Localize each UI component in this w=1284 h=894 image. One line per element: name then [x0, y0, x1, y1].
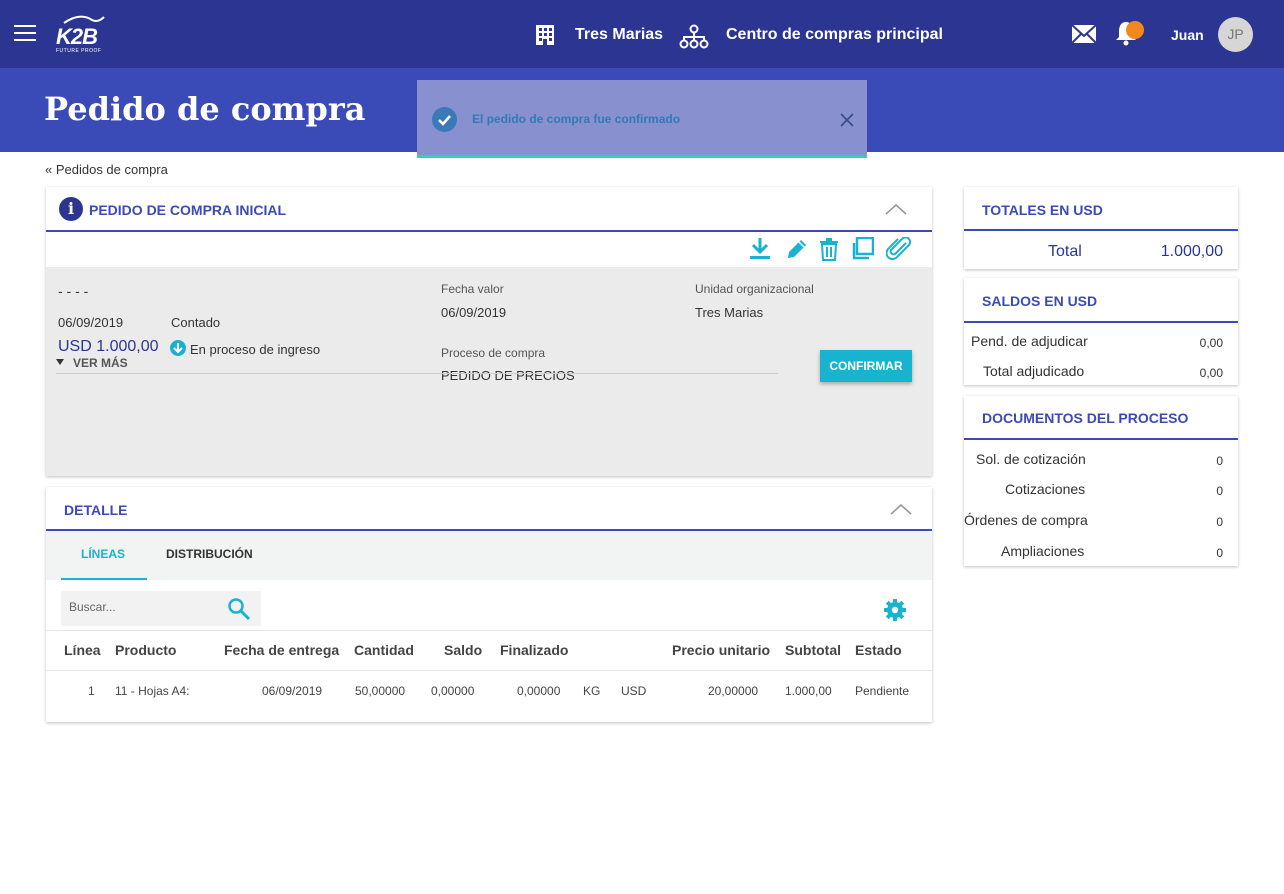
tab-distribution[interactable]: DISTRIBUCIÓN — [166, 547, 253, 561]
document-label: Órdenes de compra — [964, 512, 1088, 528]
download-icon[interactable] — [749, 237, 771, 261]
table-header-line — [46, 670, 932, 671]
tab-lines[interactable]: LÍNEAS — [81, 547, 125, 561]
search-icon[interactable] — [227, 597, 251, 621]
order-summary-panel: i PEDIDO DE COMPRA INICIAL - - - - 06/09… — [46, 187, 932, 476]
document-count: 0 — [1216, 484, 1223, 498]
cell-line: 1 — [88, 684, 95, 698]
search-input[interactable] — [69, 600, 219, 614]
page-title: Pedido de compra — [44, 90, 366, 128]
purchase-center-name[interactable]: Centro de compras principal — [726, 26, 943, 44]
balance-value: 0,00 — [1199, 336, 1223, 350]
order-amount: USD 1.000,00 — [58, 338, 159, 355]
edit-icon[interactable] — [785, 237, 809, 261]
cell-quantity: 50,00000 — [355, 684, 406, 698]
order-header-line — [46, 230, 932, 232]
cell-balance: 0,00000 — [431, 684, 475, 698]
mail-icon[interactable] — [1071, 24, 1097, 44]
document-count: 0 — [1216, 546, 1223, 560]
balances-header-line — [964, 321, 1238, 323]
balance-label: Pend. de adjudicar — [971, 333, 1088, 349]
logo-tagline: FUTURE PROOF — [56, 48, 102, 54]
totals-header-line — [964, 229, 1238, 231]
top-bar: K2B FUTURE PROOF Tres Marias Centro de c… — [0, 0, 1284, 68]
order-section-title: PEDIDO DE COMPRA INICIAL — [89, 202, 287, 218]
org-unit-value: Tres Marias — [695, 305, 764, 320]
totals-title: TOTALES EN USD — [982, 202, 1103, 218]
see-more-label: VER MÁS — [73, 356, 128, 370]
balances-panel: SALDOS EN USD Pend. de adjudicar 0,00 To… — [964, 278, 1238, 385]
organization-name[interactable]: Tres Marias — [575, 26, 663, 44]
table-top-line — [46, 630, 932, 631]
search-box — [61, 591, 261, 626]
documents-title: DOCUMENTOS DEL PROCESO — [982, 410, 1189, 426]
order-date: 06/09/2019 — [58, 315, 124, 330]
user-name[interactable]: Juan — [1171, 27, 1204, 43]
org-unit-label: Unidad organizacional — [695, 282, 814, 296]
see-more-toggle[interactable]: VER MÁS — [56, 356, 778, 374]
column-header-finished[interactable]: Finalizado — [500, 642, 568, 658]
close-icon[interactable] — [839, 112, 855, 128]
info-icon: i — [59, 197, 83, 221]
order-number: - - - - — [58, 283, 89, 299]
column-header-unit-price[interactable]: Precio unitario — [672, 642, 770, 658]
caret-down-icon — [56, 359, 64, 365]
cell-product: 11 - Hojas A4: — [115, 684, 190, 698]
cell-currency: USD — [621, 684, 647, 698]
value-date-label: Fecha valor — [441, 282, 504, 296]
document-count: 0 — [1216, 454, 1223, 468]
column-header-line[interactable]: Línea — [64, 642, 101, 658]
payment-condition: Contado — [171, 315, 221, 330]
column-header-quantity[interactable]: Cantidad — [354, 642, 414, 658]
total-label: Total — [1048, 243, 1082, 260]
column-header-balance[interactable]: Saldo — [444, 642, 482, 658]
documents-panel: DOCUMENTOS DEL PROCESO Sol. de cotizació… — [964, 396, 1238, 566]
k2b-logo[interactable]: K2B FUTURE PROOF — [54, 14, 108, 58]
chevron-up-icon[interactable] — [884, 202, 908, 216]
column-header-delivery-date[interactable]: Fecha de entrega — [224, 642, 339, 658]
cell-status: Pendiente — [855, 684, 910, 698]
document-label: Cotizaciones — [1005, 481, 1086, 497]
order-status: En proceso de ingreso — [190, 342, 321, 357]
value-date: 06/09/2019 — [441, 305, 507, 320]
order-details-area: - - - - 06/09/2019 Contado USD 1.000,00 … — [46, 267, 932, 476]
totals-panel: TOTALES EN USD Total 1.000,00 — [964, 187, 1238, 269]
delete-icon[interactable] — [819, 237, 839, 261]
logo-text: K2B — [56, 24, 98, 49]
attach-icon[interactable] — [886, 237, 912, 261]
toast-message: El pedido de compra fue confirmado — [472, 112, 681, 126]
menu-icon[interactable] — [14, 25, 36, 43]
balances-title: SALDOS EN USD — [982, 293, 1098, 309]
document-count: 0 — [1216, 515, 1223, 529]
documents-header-line — [964, 438, 1238, 440]
balance-value: 0,00 — [1199, 366, 1223, 380]
active-tab-indicator — [61, 578, 147, 580]
status-arrow-icon — [170, 340, 186, 356]
check-circle-icon — [432, 107, 457, 132]
confirm-button[interactable]: CONFIRMAR — [820, 350, 912, 382]
detail-section-title: DETALLE — [64, 502, 128, 518]
org-chart-icon — [679, 24, 709, 49]
notification-badge — [1126, 21, 1144, 39]
balance-label: Total adjudicado — [983, 363, 1085, 379]
column-header-subtotal[interactable]: Subtotal — [785, 642, 841, 658]
building-icon — [536, 25, 554, 45]
chevron-up-icon[interactable] — [889, 502, 913, 516]
cell-subtotal: 1.000,00 — [785, 684, 832, 698]
breadcrumb-purchase-orders[interactable]: « Pedidos de compra — [45, 162, 168, 177]
document-label: Sol. de cotización — [976, 451, 1086, 467]
cell-unit-price: 20,00000 — [708, 684, 759, 698]
cell-finished: 0,00000 — [517, 684, 561, 698]
column-header-status[interactable]: Estado — [855, 642, 902, 658]
success-toast: El pedido de compra fue confirmado — [417, 80, 867, 158]
document-label: Ampliaciones — [1001, 543, 1085, 559]
column-header-product[interactable]: Producto — [115, 642, 176, 658]
gear-icon[interactable] — [883, 598, 907, 622]
detail-panel: DETALLE LÍNEAS DISTRIBUCIÓN Línea Produc… — [46, 487, 932, 722]
copy-icon[interactable] — [850, 237, 874, 261]
avatar[interactable]: JP — [1218, 17, 1253, 52]
cell-delivery-date: 06/09/2019 — [262, 684, 323, 698]
total-value: 1.000,00 — [1160, 243, 1223, 260]
cell-unit: KG — [583, 684, 601, 698]
